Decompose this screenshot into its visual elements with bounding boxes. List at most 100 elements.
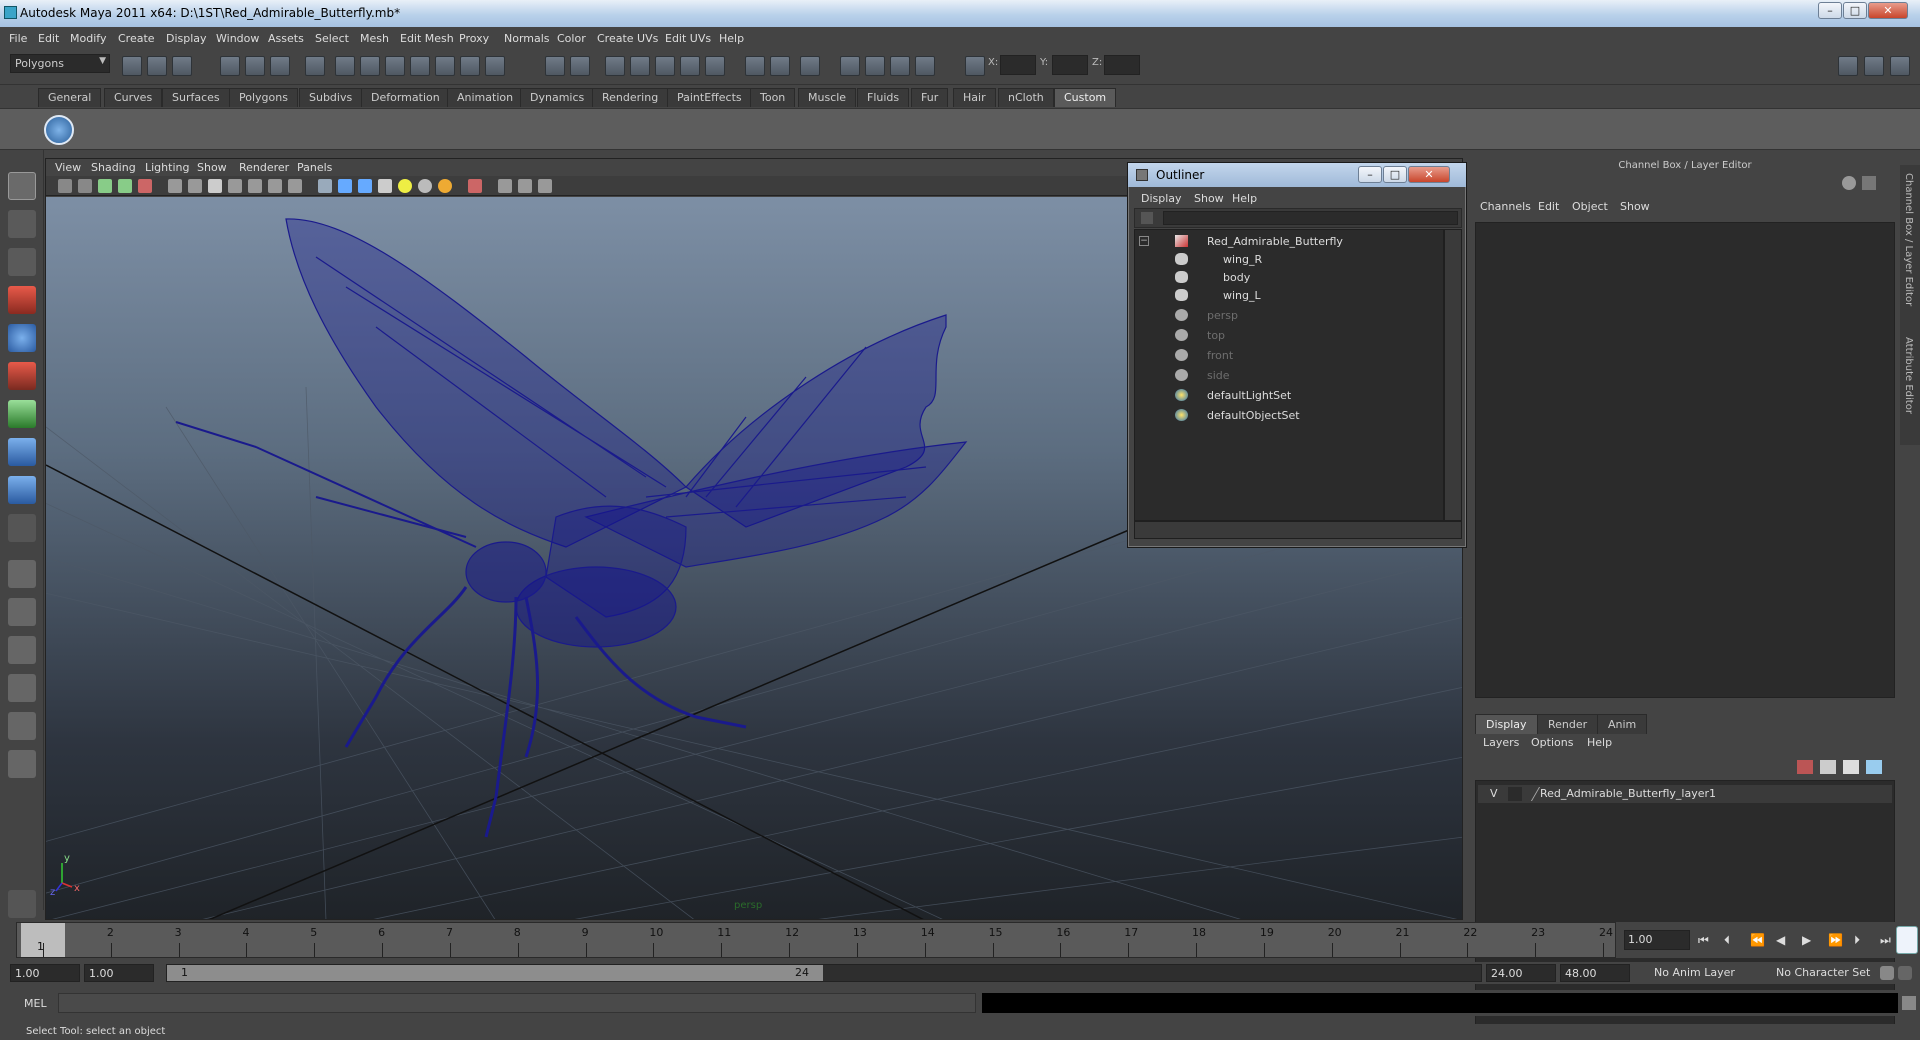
two-d-pan-icon[interactable]	[118, 179, 132, 193]
default-light-icon[interactable]	[398, 179, 412, 193]
outliner-maximize-button[interactable]: □	[1383, 166, 1407, 183]
step-back-key-icon[interactable]: ⏪	[1750, 933, 1765, 947]
select-by-component-icon[interactable]	[270, 56, 290, 76]
camera-bookmark-icon[interactable]	[78, 179, 92, 193]
soft-mod-tool-icon[interactable]	[8, 438, 36, 466]
outliner-close-button[interactable]: ✕	[1408, 166, 1450, 183]
filter-icon[interactable]	[1141, 212, 1153, 224]
shelf-tab-dynamics[interactable]: Dynamics	[520, 88, 595, 107]
layer-menu-layers[interactable]: Layers	[1483, 736, 1519, 749]
new-layer-from-selected-icon[interactable]	[1866, 760, 1882, 774]
paint-select-tool-icon[interactable]	[8, 248, 36, 276]
transform-mode-icon[interactable]	[915, 56, 935, 76]
layer-visibility-toggle[interactable]: V	[1490, 787, 1498, 800]
move-layer-up-icon[interactable]	[1797, 760, 1813, 774]
butterfly-mesh[interactable]	[175, 218, 968, 838]
go-to-start-icon[interactable]: ⏮	[1698, 933, 1709, 948]
persp-outliner-layout-icon[interactable]	[8, 636, 36, 664]
snap-grid-icon[interactable]	[335, 56, 355, 76]
menu-display[interactable]: Display	[166, 32, 207, 45]
viewport-menu-show[interactable]: Show	[197, 161, 227, 174]
time-slider[interactable]: 1 2 3 4 5 6 7 8 9 10 11 12 13 14 15 16 17 18 19 20 21 22 23 24	[12, 922, 1622, 958]
render-view-icon[interactable]	[865, 56, 885, 76]
range-bar[interactable]: 1 24	[166, 964, 1482, 982]
play-forward-icon[interactable]: ▶	[1802, 933, 1811, 947]
z-coord-field[interactable]	[1104, 55, 1140, 75]
playback-end-field[interactable]: 24.00	[1486, 964, 1556, 982]
grid-toggle-icon[interactable]	[168, 179, 182, 193]
command-language-label[interactable]: MEL	[24, 997, 47, 1010]
range-handle[interactable]: 1 24	[167, 965, 823, 981]
close-button[interactable]: ✕	[1868, 2, 1908, 19]
camera-attributes-icon[interactable]	[58, 179, 72, 193]
isolate-select-icon[interactable]	[468, 179, 482, 193]
textured-icon[interactable]	[378, 179, 392, 193]
side-tab-attribute-editor[interactable]: Attribute Editor	[1903, 337, 1914, 414]
animation-preferences-icon[interactable]	[1898, 966, 1912, 980]
wireframe-icon[interactable]	[318, 179, 332, 193]
menu-proxy[interactable]: Proxy	[459, 32, 489, 45]
menu-set-dropdown[interactable]: Polygons ▼	[10, 54, 110, 73]
channel-box-menu-object[interactable]: Object	[1572, 200, 1608, 213]
step-back-frame-icon[interactable]: ⏴	[1724, 933, 1730, 948]
layer-color-swatch[interactable]	[1521, 787, 1541, 801]
hypershade-icon[interactable]	[840, 56, 860, 76]
selection-mask-icon[interactable]	[305, 56, 325, 76]
layer-tab-display[interactable]: Display	[1475, 714, 1538, 734]
outliner-title-bar[interactable]: Outliner – □ ✕	[1128, 163, 1466, 187]
single-perspective-layout-icon[interactable]	[8, 560, 36, 588]
outliner-menu-show[interactable]: Show	[1194, 192, 1224, 205]
shelf-tab-deformation[interactable]: Deformation	[361, 88, 450, 107]
menu-edit-mesh[interactable]: Edit Mesh	[400, 32, 454, 45]
step-forward-frame-icon[interactable]: ⏵	[1854, 933, 1860, 948]
save-scene-icon[interactable]	[172, 56, 192, 76]
help-question-icon[interactable]	[485, 56, 505, 76]
rotate-tool-icon[interactable]	[8, 324, 36, 352]
construction-icon[interactable]	[705, 56, 725, 76]
go-to-end-icon[interactable]: ⏭	[1880, 933, 1891, 948]
viewport-menu-lighting[interactable]: Lighting	[145, 161, 189, 174]
snap-point-icon[interactable]	[385, 56, 405, 76]
outliner-item[interactable]: top	[1135, 326, 1443, 344]
show-manipulator-icon[interactable]	[8, 476, 36, 504]
script-editor-icon[interactable]	[1902, 996, 1916, 1010]
channel-box-menu-edit[interactable]: Edit	[1538, 200, 1559, 213]
move-tool-icon[interactable]	[8, 286, 36, 314]
channel-box-toggle-icon[interactable]	[1842, 176, 1856, 190]
channel-box-settings-icon[interactable]	[1862, 176, 1876, 190]
persp-graph-layout-icon[interactable]	[8, 674, 36, 702]
gate-mask-icon[interactable]	[228, 179, 242, 193]
layer-tab-render[interactable]: Render	[1537, 714, 1599, 734]
outliner-menu-display[interactable]: Display	[1141, 192, 1182, 205]
viewport-menu-renderer[interactable]: Renderer	[239, 161, 289, 174]
render-globals-icon[interactable]	[890, 56, 910, 76]
scale-tool-icon[interactable]	[8, 362, 36, 390]
layer-menu-help[interactable]: Help	[1587, 736, 1612, 749]
step-forward-key-icon[interactable]: ⏩	[1828, 933, 1843, 947]
outliner-minimize-button[interactable]: –	[1358, 166, 1382, 183]
outliner-item[interactable]: wing_L	[1135, 286, 1443, 304]
snap-view-icon[interactable]	[655, 56, 675, 76]
outliner-menu-help[interactable]: Help	[1232, 192, 1257, 205]
open-scene-icon[interactable]	[147, 56, 167, 76]
all-lights-icon[interactable]	[418, 179, 432, 193]
snap-surface-icon[interactable]	[435, 56, 455, 76]
menu-edit-uvs[interactable]: Edit UVs	[665, 32, 711, 45]
menu-create-uvs[interactable]: Create UVs	[597, 32, 658, 45]
shelf-tab-hair[interactable]: Hair	[953, 88, 996, 107]
lock-icon[interactable]	[545, 56, 565, 76]
playback-start-field[interactable]: 1.00	[84, 964, 154, 982]
input-ops-icon[interactable]	[570, 56, 590, 76]
channel-box-menu-show[interactable]: Show	[1620, 200, 1650, 213]
outliner-item[interactable]: − Red_Admirable_Butterfly	[1135, 232, 1443, 250]
menu-edit[interactable]: Edit	[38, 32, 59, 45]
grease-pencil-icon[interactable]	[138, 179, 152, 193]
viewport-menu-shading[interactable]: Shading	[91, 161, 136, 174]
layer-row[interactable]: V Red_Admirable_Butterfly_layer1	[1478, 785, 1892, 803]
shelf-tab-general[interactable]: General	[38, 88, 102, 107]
shelf-tab-animation[interactable]: Animation	[447, 88, 524, 107]
hypershade-persp-layout-icon[interactable]	[8, 712, 36, 740]
outliner-item[interactable]: wing_R	[1135, 250, 1443, 268]
shadows-icon[interactable]	[438, 179, 452, 193]
shelf-tab-muscle[interactable]: Muscle	[798, 88, 857, 107]
